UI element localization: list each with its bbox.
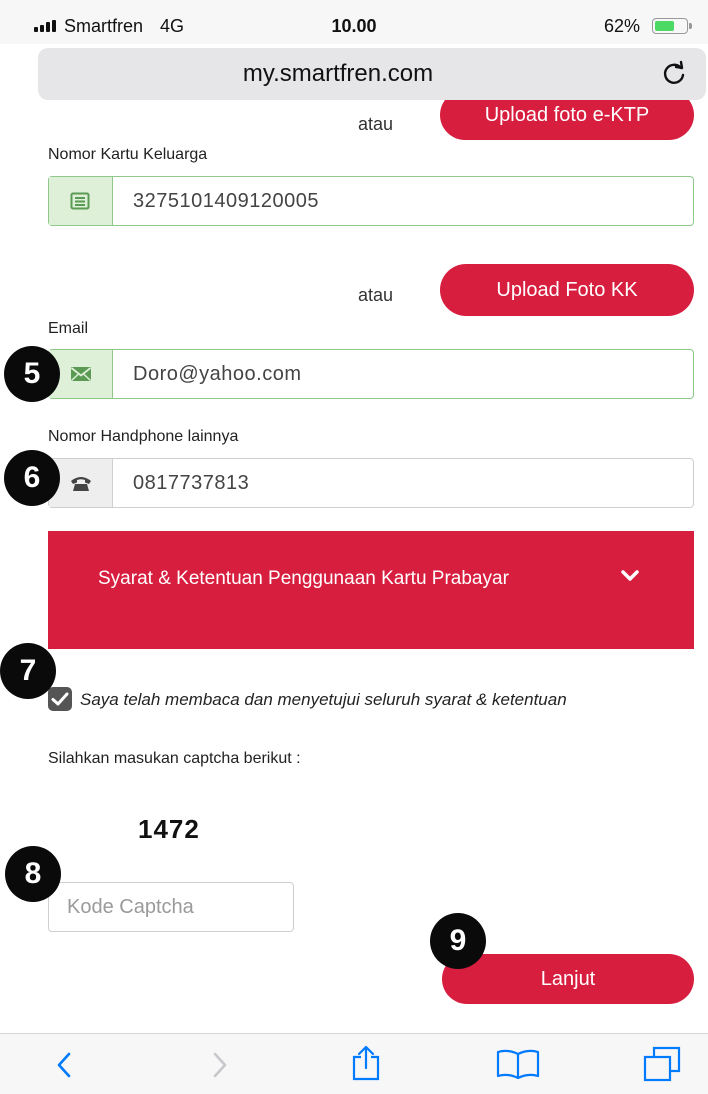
- top-partial-row: atau Upload foto e-KTP: [0, 100, 708, 140]
- battery-icon: [652, 18, 692, 34]
- phone-value: 0817737813: [133, 472, 250, 494]
- captcha-prompt: Silahkan masukan captcha berikut :: [48, 750, 301, 767]
- kk-value: 3275101409120005: [133, 190, 319, 212]
- step-badge-7: 7: [0, 643, 56, 699]
- kk-field[interactable]: 3275101409120005: [48, 176, 694, 226]
- battery-percent: 62%: [604, 16, 641, 36]
- agree-checkbox[interactable]: [48, 687, 72, 711]
- phone-field[interactable]: 0817737813: [48, 458, 694, 508]
- captcha-code: 1472: [138, 814, 200, 844]
- captcha-input[interactable]: [48, 882, 294, 932]
- agree-text: Saya telah membaca dan menyetujui seluru…: [80, 690, 567, 709]
- battery-fill: [655, 21, 674, 31]
- phone-label: Nomor Handphone lainnya: [48, 428, 239, 445]
- tabs-icon[interactable]: [642, 1046, 682, 1082]
- kk-label: Nomor Kartu Keluarga: [48, 146, 208, 163]
- email-value: Doro@yahoo.com: [133, 363, 302, 385]
- kk-addon: [49, 177, 113, 225]
- browser-toolbar: [0, 1033, 708, 1094]
- step-badge-5: 5: [4, 346, 60, 402]
- chevron-down-icon[interactable]: [620, 569, 640, 583]
- terms-accordion[interactable]: Syarat & Ketentuan Penggunaan Kartu Prab…: [48, 531, 694, 649]
- email-field[interactable]: Doro@yahoo.com: [48, 349, 694, 399]
- upload-ktp-button[interactable]: Upload foto e-KTP: [440, 100, 694, 140]
- bookmarks-icon[interactable]: [494, 1048, 542, 1080]
- upload-kk-button[interactable]: Upload Foto KK: [440, 264, 694, 316]
- clock: 10.00: [331, 16, 377, 36]
- terms-title: Syarat & Ketentuan Penggunaan Kartu Prab…: [98, 568, 509, 589]
- step-badge-8: 8: [5, 846, 61, 902]
- step-badge-9: 9: [430, 913, 486, 969]
- atau-text-top: atau: [358, 114, 394, 134]
- share-icon[interactable]: [350, 1044, 382, 1082]
- forward-icon[interactable]: [208, 1050, 232, 1080]
- atau-text: atau: [358, 285, 394, 305]
- url-text[interactable]: my.smartfren.com: [38, 60, 638, 88]
- step-badge-6: 6: [4, 450, 60, 506]
- checkmark-icon: [51, 692, 69, 706]
- back-icon[interactable]: [52, 1050, 76, 1080]
- email-label: Email: [48, 320, 89, 337]
- id-card-icon: [70, 192, 90, 210]
- lanjut-button[interactable]: Lanjut: [442, 954, 694, 1004]
- phone-icon: [71, 477, 91, 491]
- reload-icon[interactable]: [660, 60, 688, 88]
- envelope-icon: [70, 367, 92, 382]
